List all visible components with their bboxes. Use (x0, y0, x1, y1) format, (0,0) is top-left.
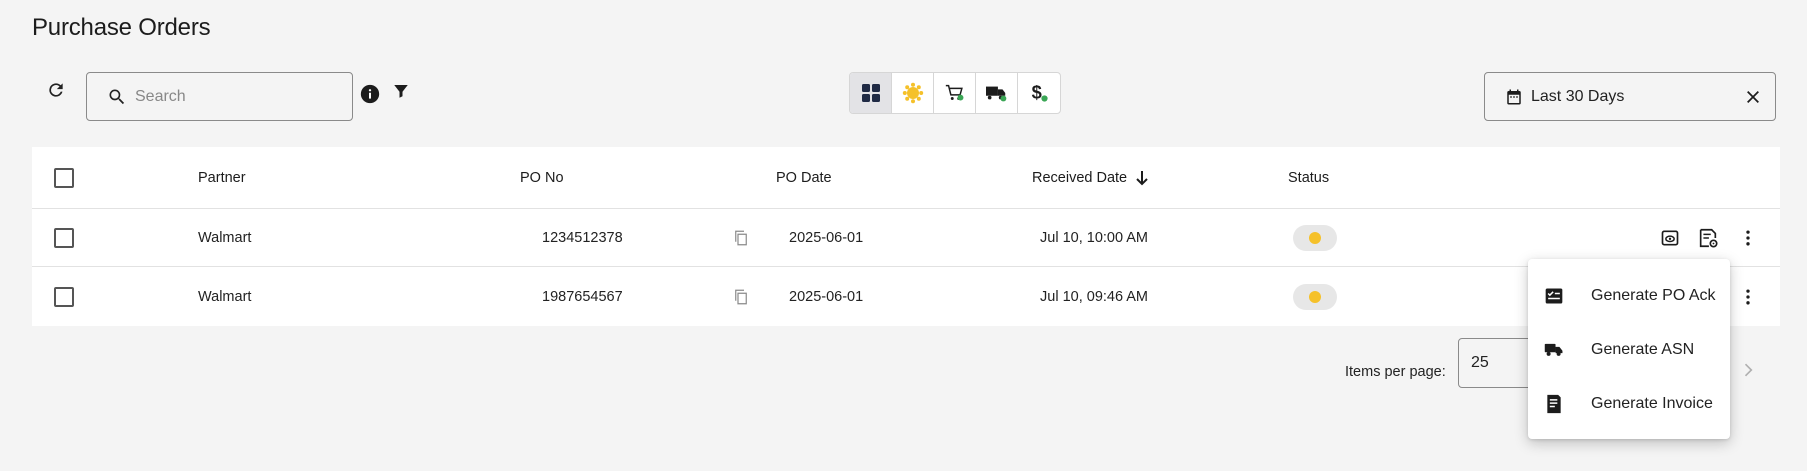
invoice-icon (1544, 394, 1564, 414)
view-toggle-group: $ (849, 72, 1061, 114)
menu-item-label: Generate Invoice (1591, 395, 1713, 412)
partner-cell: Walmart (198, 229, 252, 246)
copy-icon (735, 289, 747, 305)
received-date-cell: Jul 10, 10:00 AM (1040, 229, 1149, 246)
column-header-partner[interactable]: Partner (198, 170, 246, 186)
copy-po-button[interactable] (732, 229, 750, 247)
next-page-button[interactable] (1738, 360, 1758, 380)
toggle-invoices[interactable]: $ (1018, 73, 1060, 113)
items-per-page-label: Items per page: (1345, 364, 1446, 380)
dollar-icon: $ (1032, 82, 1048, 103)
edit-document-button[interactable] (1696, 226, 1720, 250)
search-icon (109, 89, 125, 104)
partner-cell: Walmart (198, 289, 252, 305)
truck-icon (985, 86, 1006, 102)
preview-icon (1661, 230, 1679, 245)
grid-icon (861, 84, 880, 102)
toggle-all[interactable] (850, 73, 892, 113)
table-row[interactable]: Walmart 1987654567 2025-06-01 Jul 10, 09… (32, 268, 1780, 326)
status-badge (1293, 224, 1337, 251)
close-icon (1747, 91, 1759, 103)
menu-item-generate-po-ack[interactable]: Generate PO Ack (1528, 269, 1730, 323)
row-actions-menu: Generate PO Ack Generate ASN Generate In… (1528, 259, 1730, 439)
search-input[interactable] (135, 87, 335, 106)
row-checkbox[interactable] (54, 287, 74, 307)
status-badge (1293, 284, 1337, 310)
status-pending-dot (1309, 231, 1321, 244)
refresh-button[interactable] (44, 78, 68, 102)
table-header-row: Partner PO No PO Date Received Date Stat… (32, 147, 1780, 209)
info-icon (360, 84, 380, 104)
page-size-value: 25 (1471, 354, 1489, 371)
ack-icon (1544, 286, 1564, 306)
copy-icon (735, 230, 747, 245)
received-date-cell: Jul 10, 09:46 AM (1040, 289, 1149, 305)
menu-item-generate-asn[interactable]: Generate ASN (1528, 323, 1730, 377)
more-actions-button[interactable] (1736, 226, 1760, 250)
row-checkbox[interactable] (54, 227, 74, 248)
sun-icon (902, 82, 923, 104)
refresh-icon (49, 83, 63, 97)
search-field[interactable] (86, 72, 353, 121)
page-title: Purchase Orders (32, 14, 211, 41)
filter-icon (394, 85, 408, 98)
more-vert-icon (1746, 230, 1750, 245)
status-pending-dot (1309, 291, 1321, 303)
info-button[interactable] (360, 84, 380, 104)
toggle-pending[interactable] (892, 73, 934, 113)
filter-button[interactable] (392, 82, 412, 102)
column-header-received-date[interactable]: Received Date (1032, 170, 1127, 186)
document-settings-icon (1699, 228, 1718, 248)
date-range-label: Last 30 Days (1531, 87, 1625, 105)
svg-text:$: $ (1032, 82, 1042, 103)
purchase-orders-table: Partner PO No PO Date Received Date Stat… (32, 147, 1780, 326)
po-date-cell: 2025-06-01 (789, 229, 864, 246)
po-number-cell: 1234512378 (542, 229, 623, 246)
copy-po-button[interactable] (732, 288, 750, 306)
cart-icon (945, 84, 963, 101)
clear-date-button[interactable] (1741, 85, 1765, 109)
toggle-orders[interactable] (934, 73, 976, 113)
menu-item-generate-invoice[interactable]: Generate Invoice (1528, 377, 1730, 431)
date-range-filter[interactable]: Last 30 Days (1484, 72, 1776, 121)
calendar-icon (1507, 89, 1521, 104)
truck-icon (1544, 340, 1564, 360)
column-header-po-no[interactable]: PO No (520, 170, 564, 186)
toggle-shipments[interactable] (976, 73, 1018, 113)
menu-item-label: Generate ASN (1591, 341, 1695, 358)
column-header-status[interactable]: Status (1288, 170, 1329, 186)
table-row[interactable]: Walmart 1234512378 2025-06-01 Jul 10, 10… (32, 209, 1780, 267)
more-vert-icon (1746, 289, 1750, 305)
po-number-cell: 1987654567 (542, 289, 623, 305)
more-actions-button[interactable] (1736, 285, 1760, 309)
sort-descending-icon (1136, 171, 1148, 186)
chevron-right-icon (1744, 363, 1753, 377)
column-header-po-date[interactable]: PO Date (776, 170, 832, 186)
po-date-cell: 2025-06-01 (789, 289, 864, 305)
view-button[interactable] (1658, 226, 1682, 250)
menu-item-label: Generate PO Ack (1591, 287, 1716, 304)
select-all-checkbox[interactable] (54, 167, 74, 188)
